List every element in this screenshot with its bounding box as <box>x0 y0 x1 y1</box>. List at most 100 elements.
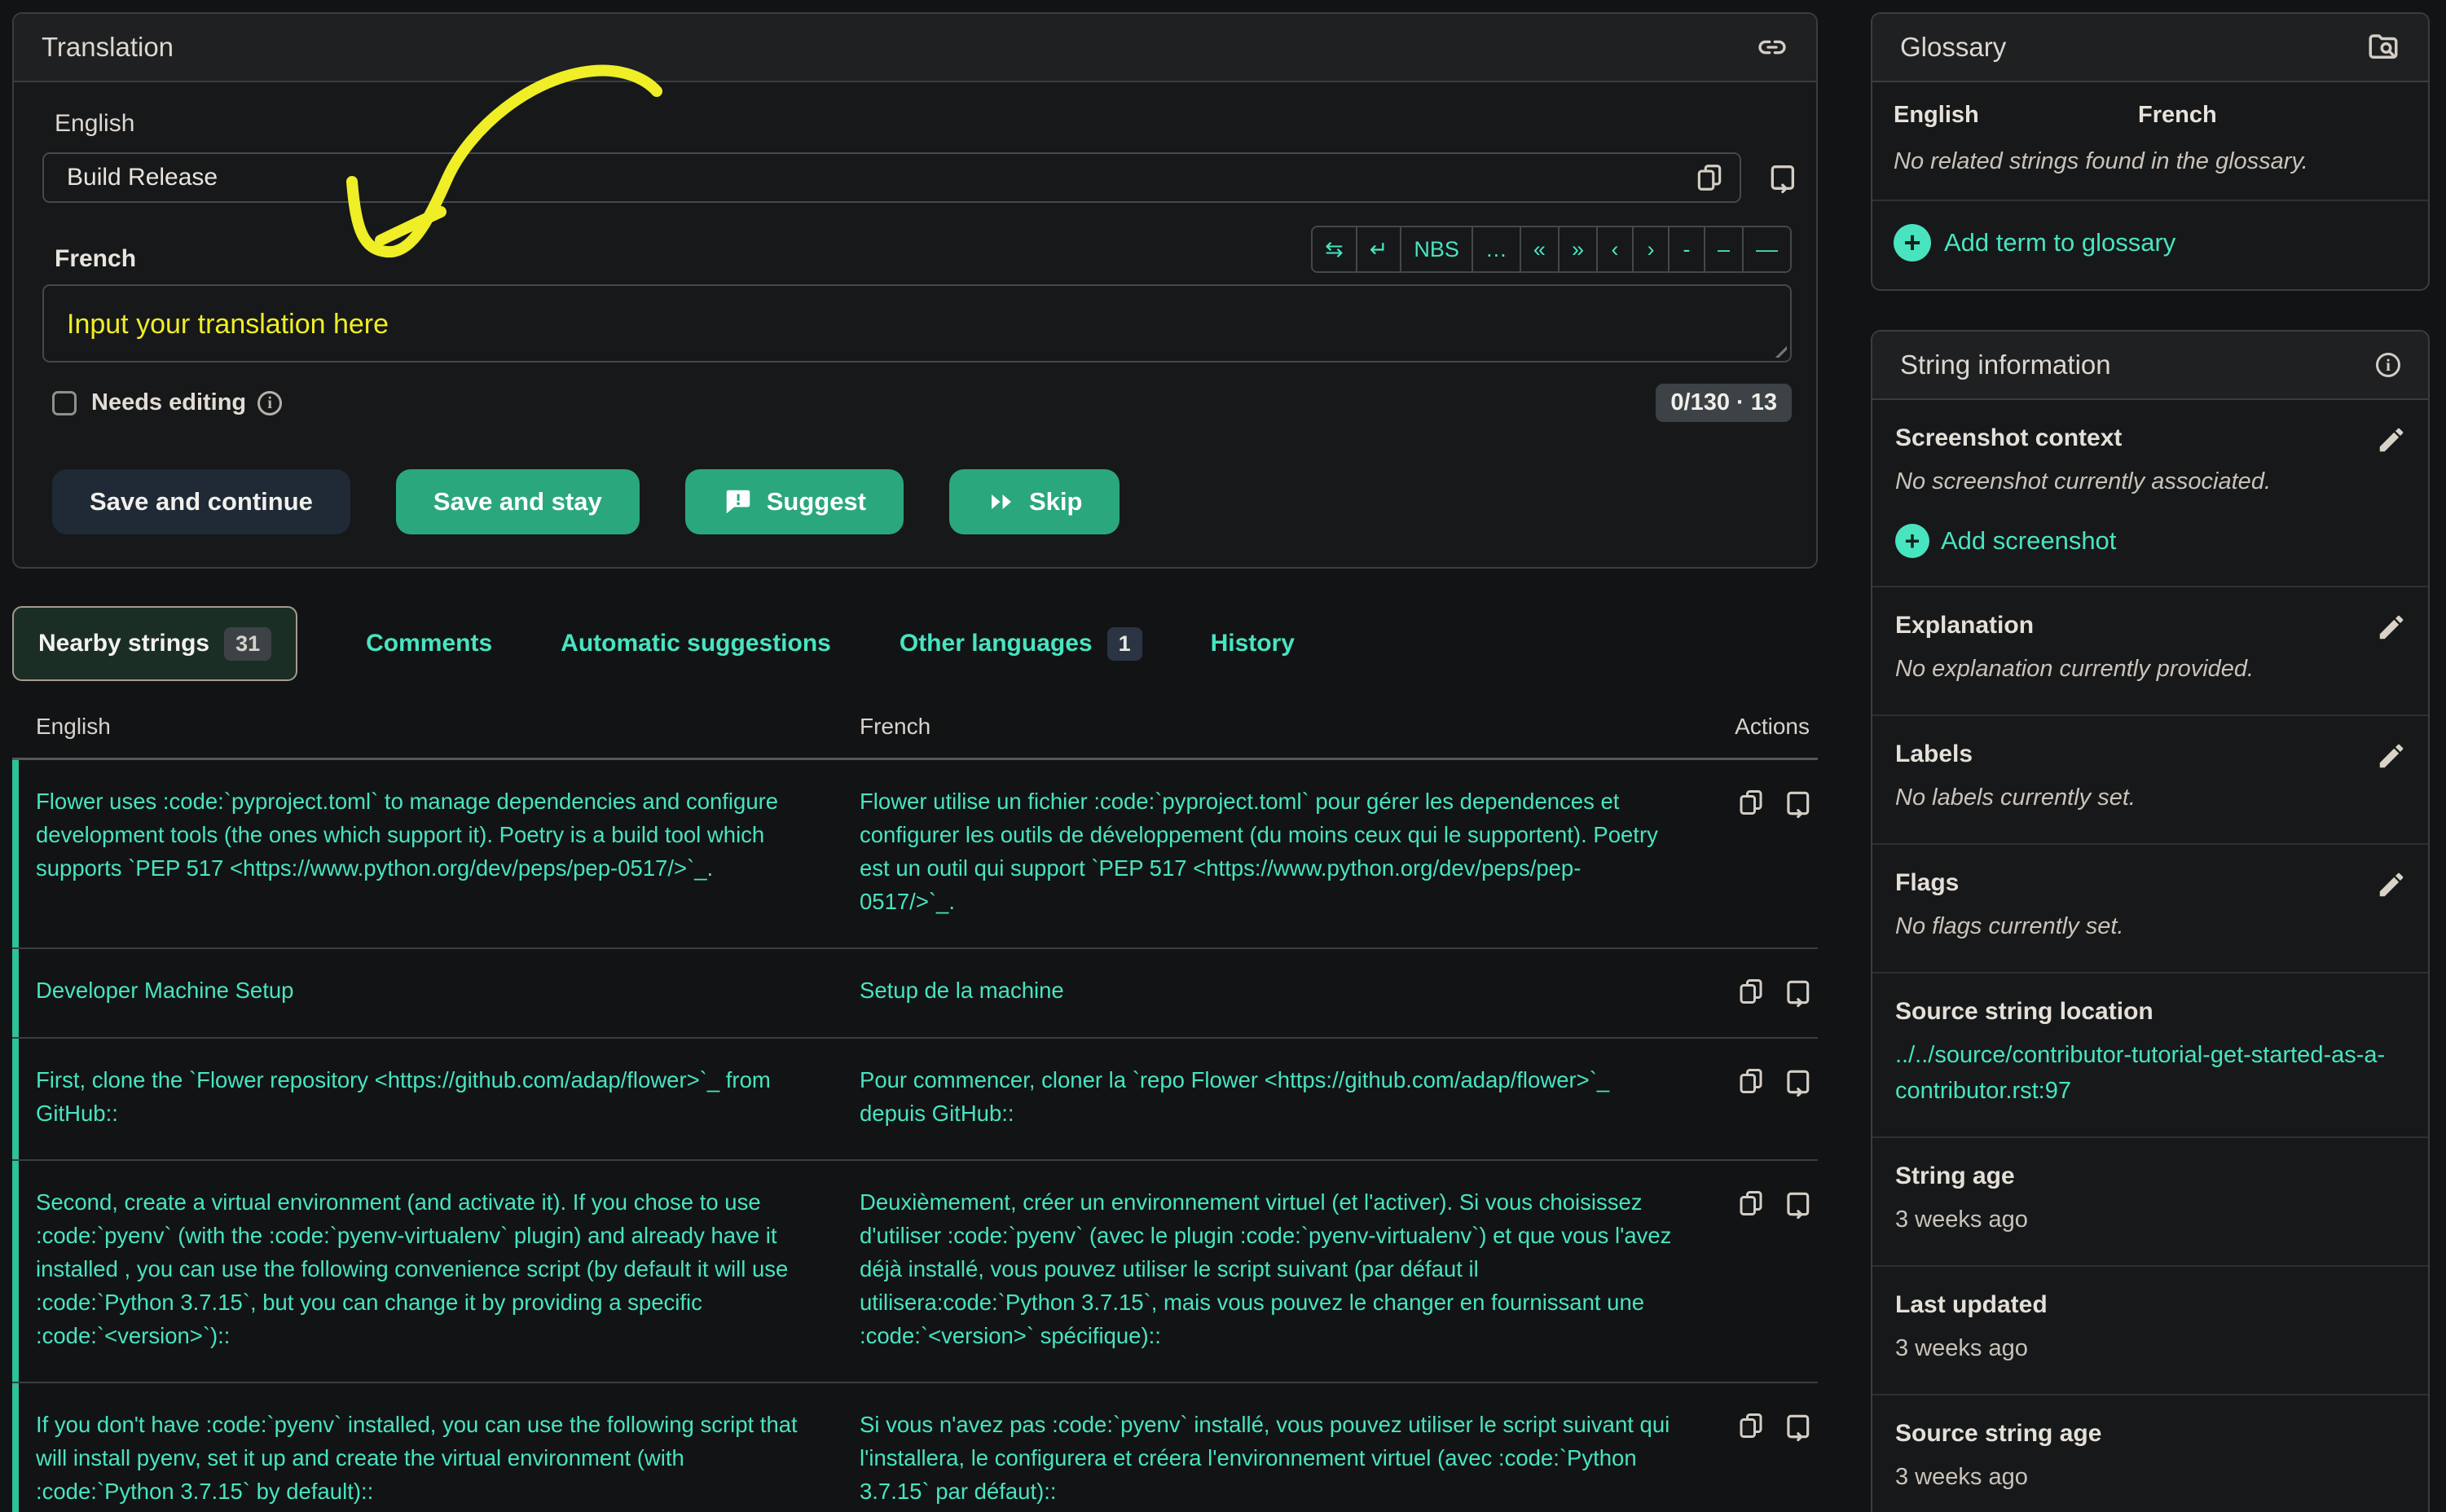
copy-to-translation-icon[interactable] <box>1766 161 1798 194</box>
table-row[interactable]: Flower uses :code:`pyproject.toml` to ma… <box>12 760 1818 949</box>
tab-nearby-strings[interactable]: Nearby strings31 <box>12 606 297 681</box>
lsaquo-button[interactable]: ‹ <box>1598 227 1634 271</box>
raquo-button[interactable]: » <box>1560 227 1598 271</box>
row-french-text: Flower utilise un fichier :code:`pyproje… <box>860 785 1674 918</box>
char-counter-badge: 0/130 · 13 <box>1656 384 1792 422</box>
string-info-section-last-updated: Last updated 3 weeks ago <box>1872 1265 2428 1394</box>
section-link[interactable]: ../../source/contributor-tutorial-get-st… <box>1895 1042 2385 1104</box>
ellipsis-button[interactable]: … <box>1473 227 1521 271</box>
source-language-label: English <box>55 110 1792 138</box>
glossary-title: Glossary <box>1900 32 2006 63</box>
row-copy-icon[interactable] <box>1736 1189 1766 1218</box>
translation-title: Translation <box>42 32 174 63</box>
save-stay-button[interactable]: Save and stay <box>396 469 640 534</box>
tab-history[interactable]: History <box>1211 630 1295 657</box>
suggest-button[interactable]: Suggest <box>685 469 904 534</box>
section-value: No screenshot currently associated. <box>1895 464 2405 499</box>
edit-pencil-icon[interactable] <box>2376 424 2407 459</box>
table-row[interactable]: Second, create a virtual environment (an… <box>12 1161 1818 1383</box>
row-copy-to-translation-icon[interactable] <box>1782 1411 1813 1442</box>
row-english-text: Second, create a virtual environment (an… <box>36 1185 822 1352</box>
skip-icon <box>987 487 1016 516</box>
section-title: Labels <box>1895 741 2405 768</box>
string-info-section-explanation: Explanation No explanation currently prov… <box>1872 586 2428 714</box>
needs-editing-checkbox[interactable] <box>52 391 77 415</box>
hyphen-button[interactable]: - <box>1670 227 1705 271</box>
table-row[interactable]: First, clone the `Flower repository <htt… <box>12 1039 1818 1161</box>
table-row[interactable]: If you don't have :code:`pyenv` installe… <box>12 1383 1818 1512</box>
translation-panel: Translation English Build Release <box>12 12 1818 569</box>
glossary-empty-text: No related strings found in the glossary… <box>1872 134 2428 201</box>
textarea-resize-grip[interactable] <box>1767 338 1787 358</box>
section-title: Last updated <box>1895 1291 2405 1319</box>
edit-pencil-icon[interactable] <box>2376 741 2407 776</box>
nbs-button[interactable]: NBS <box>1401 227 1473 271</box>
section-value: No explanation currently provided. <box>1895 651 2405 687</box>
copy-source-icon[interactable] <box>1694 162 1725 193</box>
tab-comments[interactable]: Comments <box>366 630 492 657</box>
translation-body: English Build Release Fren <box>14 82 1816 567</box>
needs-editing-label: Needs editing <box>91 389 246 416</box>
rsaquo-button[interactable]: › <box>1634 227 1670 271</box>
tab-label: Comments <box>366 630 492 657</box>
emdash-button[interactable]: — <box>1744 227 1790 271</box>
tab-automatic-suggestions[interactable]: Automatic suggestions <box>561 630 831 657</box>
newline-icon[interactable]: ↵ <box>1357 227 1402 271</box>
translation-textarea[interactable]: Input your translation here <box>42 284 1792 363</box>
row-copy-icon[interactable] <box>1736 977 1766 1006</box>
add-screenshot-button[interactable]: +Add screenshot <box>1895 524 2405 558</box>
row-actions <box>1736 1185 1813 1352</box>
table-row[interactable]: Developer Machine SetupSetup de la machi… <box>12 949 1818 1039</box>
laquo-button[interactable]: « <box>1521 227 1560 271</box>
table-header-english: English <box>36 714 822 740</box>
row-copy-to-translation-icon[interactable] <box>1782 1189 1813 1220</box>
section-value: 3 weeks ago <box>1895 1202 2405 1237</box>
section-value: No flags currently set. <box>1895 908 2405 944</box>
row-english-text: If you don't have :code:`pyenv` installe… <box>36 1408 822 1508</box>
special-chars-toolbar: ⇆↵NBS…«»‹›-–— <box>1311 226 1792 273</box>
browse-glossary-icon[interactable] <box>2366 30 2400 64</box>
edit-pencil-icon[interactable] <box>2376 612 2407 647</box>
section-title: Screenshot context <box>1895 424 2405 452</box>
tab-label: History <box>1211 630 1295 657</box>
row-copy-to-translation-icon[interactable] <box>1782 977 1813 1008</box>
translation-panel-header: Translation <box>14 14 1816 82</box>
table-header-actions: Actions <box>1735 714 1810 740</box>
section-value: 3 weeks ago <box>1895 1330 2405 1366</box>
tab-chars-icon[interactable]: ⇆ <box>1313 227 1357 271</box>
add-term-button[interactable]: + Add term to glossary <box>1872 201 2428 289</box>
source-string-value: Build Release <box>67 164 1694 191</box>
row-copy-to-translation-icon[interactable] <box>1782 1066 1813 1097</box>
main-column: Translation English Build Release <box>12 12 1818 1512</box>
glossary-panel: Glossary EnglishFrench No related string… <box>1871 12 2430 291</box>
row-copy-to-translation-icon[interactable] <box>1782 788 1813 819</box>
tab-count-badge: 1 <box>1107 627 1142 661</box>
edit-pencil-icon[interactable] <box>2376 869 2407 904</box>
section-title: Explanation <box>1895 612 2405 640</box>
row-actions <box>1736 1063 1813 1130</box>
row-copy-icon[interactable] <box>1736 1066 1766 1096</box>
row-copy-icon[interactable] <box>1736 788 1766 817</box>
sidebar: Glossary EnglishFrench No related string… <box>1871 12 2430 1512</box>
section-title: String age <box>1895 1163 2405 1190</box>
nearby-strings-table: English French Actions Flower uses :code… <box>12 714 1818 1512</box>
save-continue-button[interactable]: Save and continue <box>52 469 350 534</box>
row-french-text: Deuxièmement, créer un environnement vir… <box>860 1185 1674 1352</box>
needs-editing-info-icon[interactable]: i <box>257 391 282 415</box>
section-value: No labels currently set. <box>1895 780 2405 815</box>
section-title: Flags <box>1895 869 2405 897</box>
permalink-icon[interactable] <box>1756 31 1788 64</box>
row-copy-icon[interactable] <box>1736 1411 1766 1440</box>
tab-other-languages[interactable]: Other languages1 <box>900 627 1142 661</box>
skip-label: Skip <box>1029 487 1082 516</box>
needs-editing-row: Needs editing i 0/130 · 13 <box>42 384 1792 422</box>
row-english-text: Flower uses :code:`pyproject.toml` to ma… <box>36 785 822 918</box>
skip-button[interactable]: Skip <box>949 469 1120 534</box>
glossary-columns: EnglishFrench <box>1872 82 2428 134</box>
string-info-icon[interactable]: i <box>2376 353 2400 377</box>
string-info-section-string-age: String age 3 weeks ago <box>1872 1136 2428 1265</box>
source-string-row: Build Release <box>42 152 1792 203</box>
plus-circle-icon: + <box>1895 524 1929 558</box>
endash-button[interactable]: – <box>1705 227 1744 271</box>
row-actions <box>1736 785 1813 918</box>
